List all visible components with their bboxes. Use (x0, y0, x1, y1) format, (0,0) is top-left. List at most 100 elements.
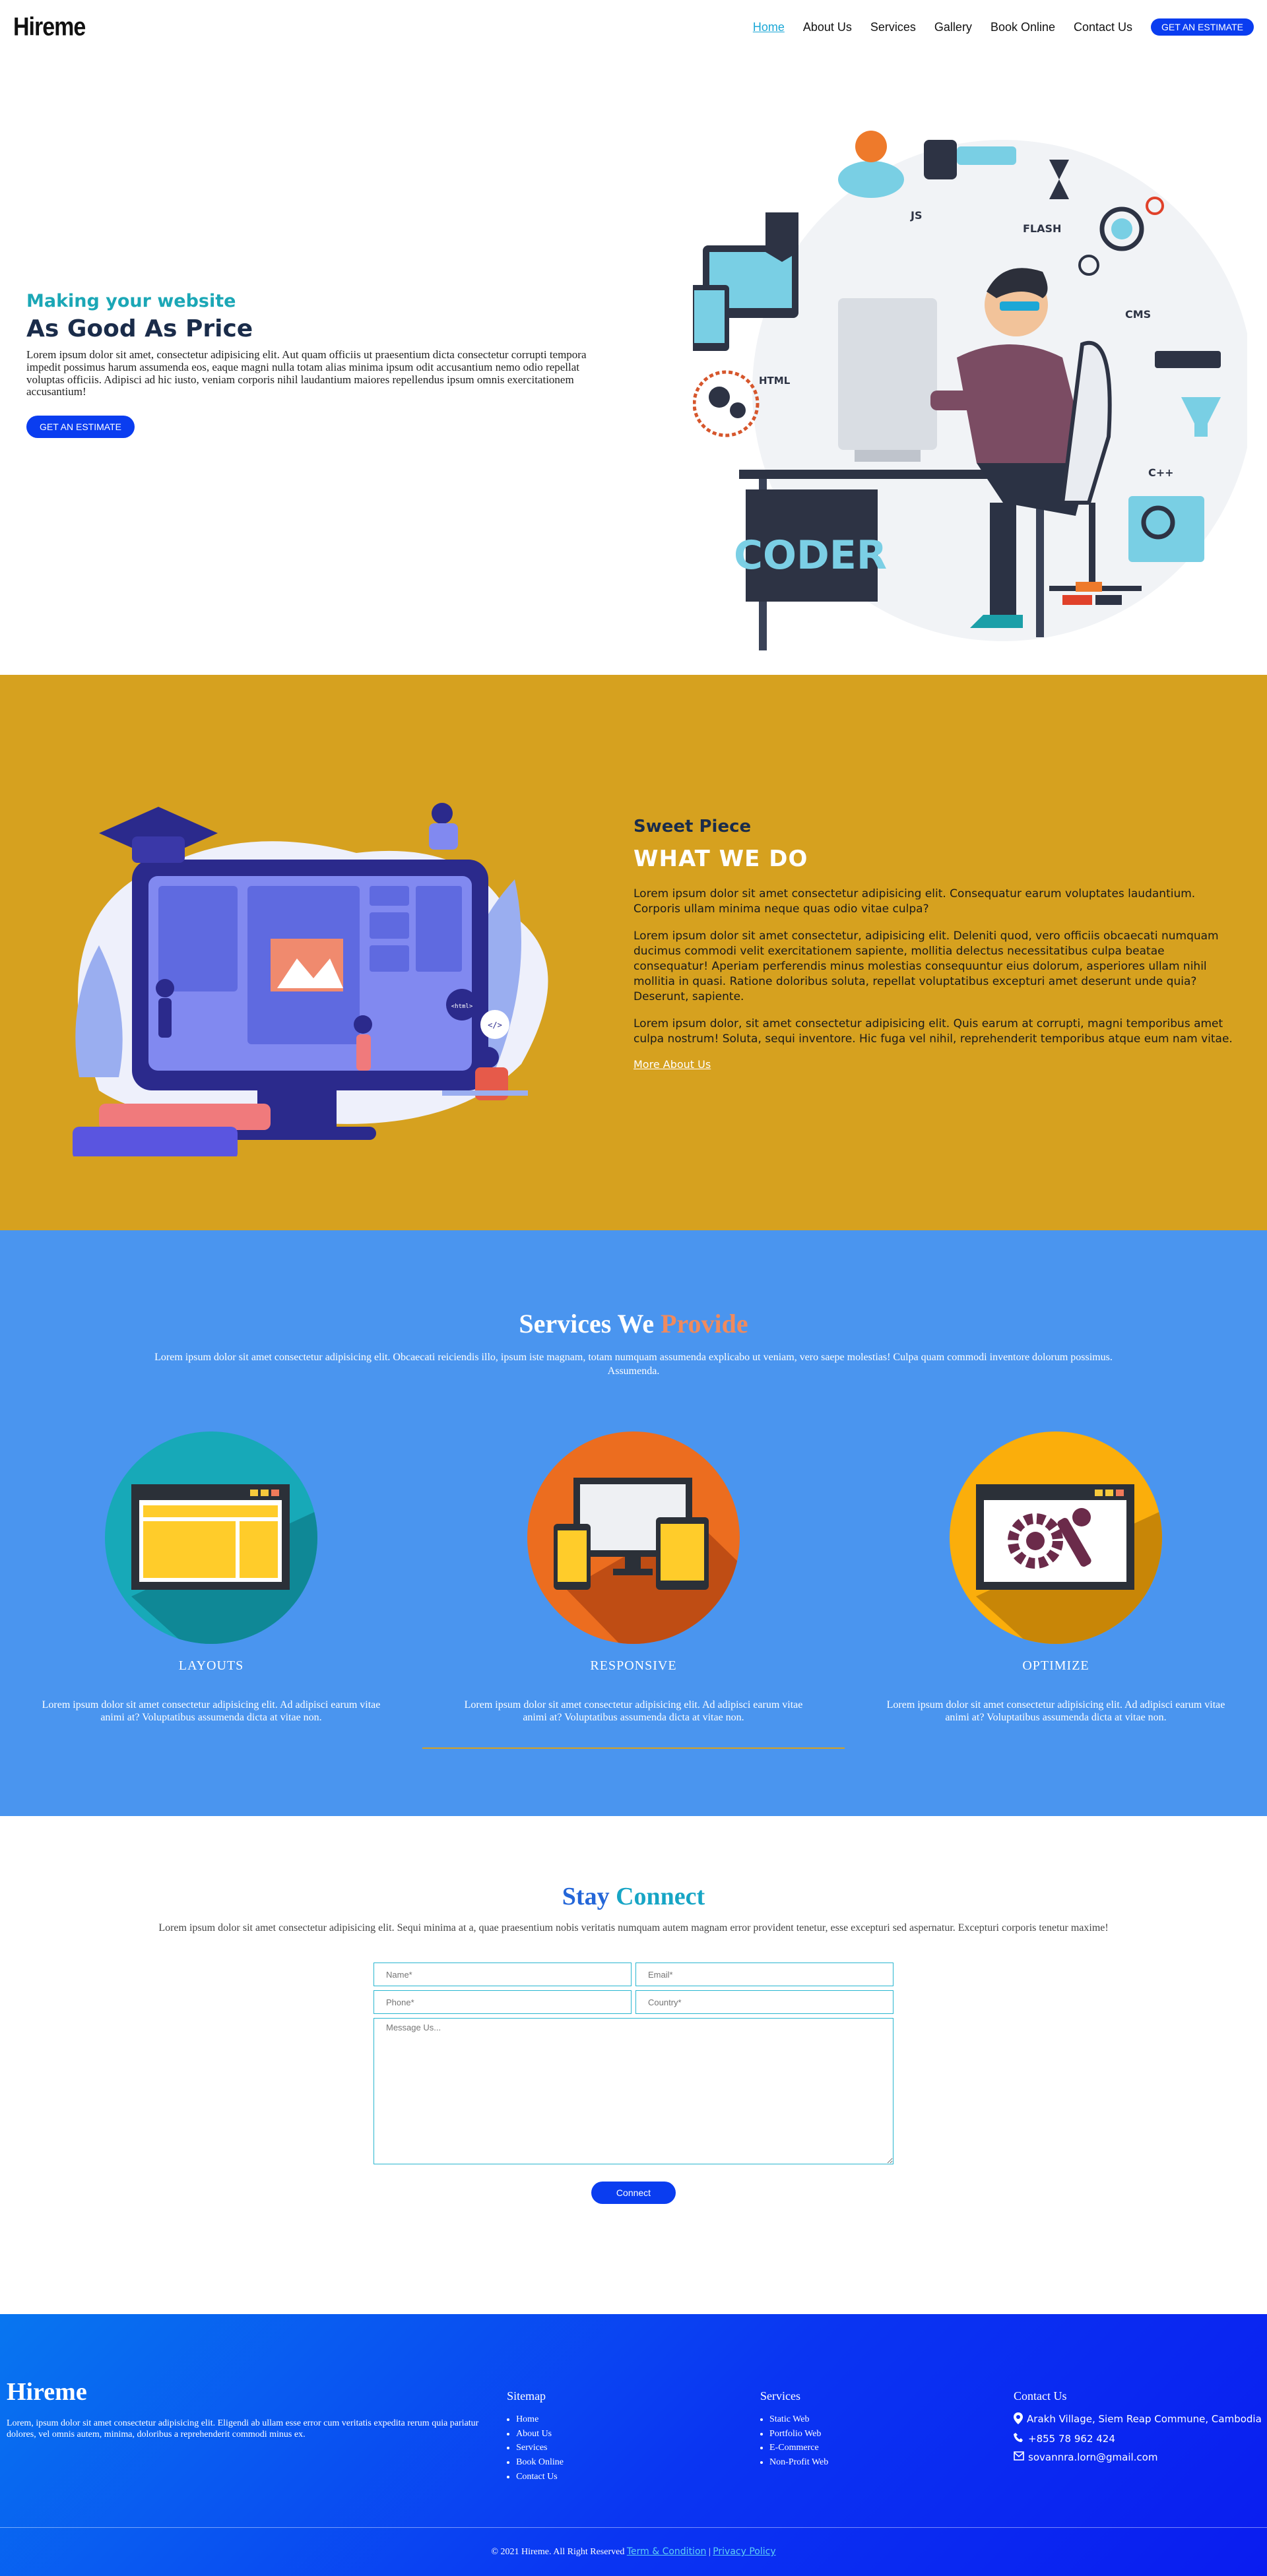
nav-link-contact[interactable]: Contact Us (1074, 20, 1132, 34)
what-we-do-text: Sweet Piece WHAT WE DO Lorem ipsum dolor… (634, 817, 1234, 1071)
phone-field[interactable] (374, 1990, 632, 2014)
phone-icon (1014, 2432, 1024, 2447)
flash-label: FLASH (1023, 222, 1061, 235)
what-subtitle: Sweet Piece (634, 817, 752, 836)
hero-text: Making your website As Good As Price Lor… (0, 291, 614, 438)
service-name-responsive: RESPONSIVE (590, 1658, 677, 1673)
footer-phone: +855 78 962 424 (1014, 2432, 1267, 2447)
cms-label: CMS (1125, 308, 1151, 321)
more-about-us-link[interactable]: More About Us (634, 1058, 711, 1071)
what-paragraph-3: Lorem ipsum dolor, sit amet consectetur … (634, 1017, 1233, 1046)
html-bubble-label: <html> (451, 1003, 473, 1010)
site-logo[interactable]: Hireme (13, 13, 86, 42)
what-paragraph-2: Lorem ipsum dolor sit amet consectetur, … (634, 929, 1219, 1003)
services-title-accent: Provide (661, 1309, 748, 1338)
footer-email-text[interactable]: sovannra.lorn@gmail.com (1028, 2451, 1157, 2465)
connect-title-accent: Connect (616, 1883, 705, 1910)
services-title: Services We Provide (0, 1230, 1267, 1339)
nav-link-home[interactable]: Home (753, 20, 785, 34)
footer-brand: Hireme (7, 2378, 87, 2406)
hero-subtitle: Making your website (26, 291, 236, 312)
footer-email: sovannra.lorn@gmail.com (1014, 2451, 1267, 2465)
contact-form-section: Stay Connect Lorem ipsum dolor sit amet … (0, 1816, 1267, 2314)
footer-link-book-online[interactable]: Book Online (516, 2457, 564, 2467)
footer-address-text: Arakh Village, Siem Reap Commune, Cambod… (1027, 2413, 1262, 2425)
footer-address: Arakh Village, Siem Reap Commune, Cambod… (1014, 2412, 1267, 2428)
services-divider (422, 1747, 845, 1749)
main-menu: Home About Us Services Gallery Book Onli… (753, 18, 1254, 36)
footer-link-about[interactable]: About Us (516, 2429, 552, 2439)
footer-service-portfolio[interactable]: Portfolio Web (769, 2429, 821, 2439)
services-section: Services We Provide Lorem ipsum dolor si… (0, 1230, 1267, 1816)
footer-contact: Contact Us Arakh Village, Siem Reap Comm… (1014, 2377, 1267, 2484)
cpp-label: C++ (1148, 466, 1174, 479)
footer-services-title: Services (760, 2389, 801, 2403)
footer-sitemap: Sitemap Home About Us Services Book Onli… (507, 2377, 760, 2484)
connect-button[interactable]: Connect (591, 2182, 676, 2204)
envelope-icon (1014, 2451, 1024, 2465)
email-field[interactable] (635, 1963, 893, 1986)
what-we-do-section: </> <html> Sweet Piece WHAT WE DO Lorem … (0, 675, 1267, 1230)
js-label: JS (910, 209, 922, 222)
footer-service-static[interactable]: Static Web (769, 2414, 809, 2424)
hero-description: Lorem ipsum dolor sit amet, consectetur … (26, 348, 587, 398)
footer-separator: | (708, 2547, 711, 2557)
footer-link-contact[interactable]: Contact Us (516, 2472, 558, 2482)
hero-section: Making your website As Good As Price Lor… (0, 54, 1267, 675)
nav-link-gallery[interactable]: Gallery (934, 20, 972, 34)
nav-link-about[interactable]: About Us (803, 20, 852, 34)
services-list: LAYOUTS Lorem ipsum dolor sit amet conse… (0, 1431, 1267, 1724)
service-text-layouts: Lorem ipsum dolor sit amet consectetur a… (42, 1699, 381, 1724)
layouts-icon (105, 1431, 317, 1644)
team-illustration: </> <html> (73, 803, 548, 1156)
service-text-responsive: Lorem ipsum dolor sit amet consectetur a… (464, 1699, 803, 1724)
footer-link-services[interactable]: Services (516, 2443, 547, 2453)
footer-phone-text[interactable]: +855 78 962 424 (1028, 2432, 1115, 2447)
coder-label: CODER (734, 532, 887, 579)
footer-sitemap-list: Home About Us Services Book Online Conta… (507, 2412, 760, 2484)
hero-title: As Good As Price (26, 315, 253, 343)
country-field[interactable] (635, 1990, 893, 2014)
service-card-responsive: RESPONSIVE Lorem ipsum dolor sit amet co… (462, 1431, 805, 1724)
footer-about: Hireme Lorem, ipsum dolor sit amet conse… (7, 2377, 507, 2484)
connect-intro: Lorem ipsum dolor sit amet consectetur a… (158, 1922, 1109, 1933)
footer-columns: Hireme Lorem, ipsum dolor sit amet conse… (0, 2314, 1267, 2484)
nav-estimate-button[interactable]: GET AN ESTIMATE (1151, 18, 1254, 36)
code-bubble-label: </> (488, 1021, 502, 1030)
footer-link-home[interactable]: Home (516, 2414, 538, 2424)
service-text-optimize: Lorem ipsum dolor sit amet consectetur a… (886, 1699, 1225, 1724)
footer-service-nonprofit[interactable]: Non-Profit Web (769, 2457, 828, 2467)
nav-link-book-online[interactable]: Book Online (991, 20, 1055, 34)
coder-illustration: CODER HTML JS FLASH CMS C++ (693, 131, 1247, 650)
service-name-layouts: LAYOUTS (178, 1658, 244, 1673)
footer-bottom-bar: © 2021 Hireme. All Right Reserved Term &… (0, 2527, 1267, 2576)
site-footer: Hireme Lorem, ipsum dolor sit amet conse… (0, 2314, 1267, 2576)
footer-sitemap-title: Sitemap (507, 2389, 546, 2403)
optimize-icon (950, 1431, 1162, 1644)
footer-contact-title: Contact Us (1014, 2389, 1067, 2403)
hero-estimate-button[interactable]: GET AN ESTIMATE (26, 415, 135, 438)
message-field[interactable] (374, 2018, 893, 2164)
name-field[interactable] (374, 1963, 632, 1986)
service-name-optimize: OPTIMIZE (1022, 1658, 1089, 1673)
terms-link[interactable]: Term & Condition (627, 2546, 707, 2557)
privacy-link[interactable]: Privacy Policy (713, 2546, 775, 2557)
service-card-layouts: LAYOUTS Lorem ipsum dolor sit amet conse… (40, 1431, 383, 1724)
footer-service-ecommerce[interactable]: E-Commerce (769, 2443, 819, 2453)
html-label: HTML (759, 375, 791, 387)
services-intro: Lorem ipsum dolor sit amet consectetur a… (154, 1352, 1113, 1377)
what-title: WHAT WE DO (634, 846, 808, 872)
top-navbar: Hireme Home About Us Services Gallery Bo… (0, 0, 1267, 54)
nav-link-services[interactable]: Services (870, 20, 916, 34)
responsive-icon (527, 1431, 740, 1644)
connect-title-prefix: Stay (562, 1883, 616, 1910)
footer-services-list: Static Web Portfolio Web E-Commerce Non-… (760, 2412, 1014, 2470)
copyright-text: © 2021 Hireme. All Right Reserved (491, 2547, 625, 2557)
connect-title: Stay Connect (0, 1816, 1267, 1911)
footer-services: Services Static Web Portfolio Web E-Comm… (760, 2377, 1014, 2484)
footer-about-text: Lorem, ipsum dolor sit amet consectetur … (7, 2418, 479, 2439)
location-pin-icon (1014, 2412, 1023, 2428)
services-title-prefix: Services We (519, 1309, 661, 1338)
service-card-optimize: OPTIMIZE Lorem ipsum dolor sit amet cons… (884, 1431, 1227, 1724)
contact-form (374, 1963, 893, 2164)
